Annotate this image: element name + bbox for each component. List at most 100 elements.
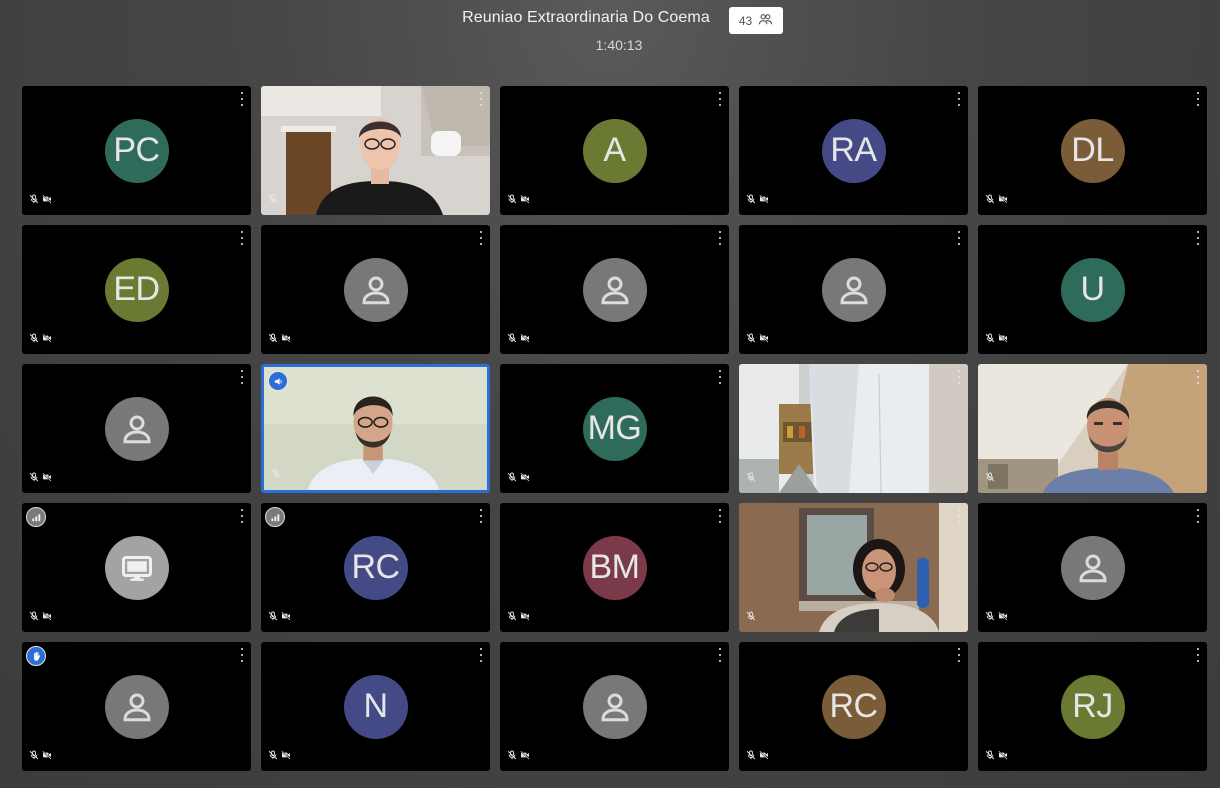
- participant-tile[interactable]: [22, 364, 251, 493]
- participant-tile[interactable]: [978, 364, 1207, 493]
- more-options-icon[interactable]: [1193, 648, 1203, 662]
- participant-tile[interactable]: MG: [500, 364, 729, 493]
- participant-tile[interactable]: DL: [978, 86, 1207, 215]
- person-icon: [104, 396, 169, 461]
- participant-tile[interactable]: [739, 503, 968, 632]
- more-options-icon[interactable]: [473, 373, 483, 387]
- participant-tile[interactable]: [500, 642, 729, 771]
- participant-status: [507, 608, 530, 626]
- participant-tile[interactable]: [261, 86, 490, 215]
- participant-status: [268, 330, 291, 348]
- more-options-icon[interactable]: [715, 370, 725, 384]
- more-options-icon[interactable]: [237, 648, 247, 662]
- participant-tile[interactable]: [22, 642, 251, 771]
- more-options-icon[interactable]: [476, 92, 486, 106]
- signal-icon: [26, 507, 46, 527]
- more-options-icon[interactable]: [954, 370, 964, 384]
- more-options-icon[interactable]: [715, 509, 725, 523]
- more-options-icon[interactable]: [1193, 370, 1203, 384]
- participant-avatar: RC: [821, 674, 886, 739]
- screen-share-icon: [104, 535, 169, 600]
- participant-status: [507, 191, 530, 209]
- participant-status: [29, 330, 52, 348]
- participant-status: [29, 469, 52, 487]
- camera-off-icon: [281, 747, 291, 765]
- more-options-icon[interactable]: [237, 509, 247, 523]
- participant-tile[interactable]: A: [500, 86, 729, 215]
- more-options-icon[interactable]: [237, 370, 247, 384]
- participant-tile[interactable]: [739, 364, 968, 493]
- participant-status: [271, 466, 281, 484]
- camera-off-icon: [759, 747, 769, 765]
- participant-status: [268, 191, 278, 209]
- mic-off-icon: [985, 608, 995, 626]
- camera-off-icon: [42, 330, 52, 348]
- person-icon: [582, 257, 647, 322]
- mic-off-icon: [746, 330, 756, 348]
- participant-status: [746, 469, 756, 487]
- mic-off-icon: [985, 191, 995, 209]
- participant-tile[interactable]: PC: [22, 86, 251, 215]
- participant-status: [746, 191, 769, 209]
- participant-tile[interactable]: [978, 503, 1207, 632]
- participant-tile[interactable]: U: [978, 225, 1207, 354]
- participant-tile[interactable]: RJ: [978, 642, 1207, 771]
- more-options-icon[interactable]: [715, 648, 725, 662]
- more-options-icon[interactable]: [954, 231, 964, 245]
- mic-off-icon: [507, 747, 517, 765]
- participant-tile[interactable]: [261, 225, 490, 354]
- mic-off-icon: [507, 469, 517, 487]
- participant-status: [746, 608, 756, 626]
- more-options-icon[interactable]: [1193, 509, 1203, 523]
- more-options-icon[interactable]: [476, 231, 486, 245]
- participant-status: [985, 330, 1008, 348]
- participant-avatar: BM: [582, 535, 647, 600]
- more-options-icon[interactable]: [476, 648, 486, 662]
- mic-off-icon: [268, 191, 278, 209]
- more-options-icon[interactable]: [1193, 92, 1203, 106]
- participant-status: [985, 747, 1008, 765]
- participant-tile[interactable]: RC: [739, 642, 968, 771]
- more-options-icon[interactable]: [954, 509, 964, 523]
- camera-off-icon: [998, 608, 1008, 626]
- participant-tile[interactable]: ED: [22, 225, 251, 354]
- camera-off-icon: [42, 469, 52, 487]
- camera-off-icon: [281, 330, 291, 348]
- participant-tile[interactable]: [739, 225, 968, 354]
- participant-status: [985, 469, 995, 487]
- more-options-icon[interactable]: [237, 92, 247, 106]
- camera-off-icon: [998, 191, 1008, 209]
- camera-off-icon: [520, 191, 530, 209]
- more-options-icon[interactable]: [954, 92, 964, 106]
- mic-off-icon: [268, 330, 278, 348]
- speaker-icon: [268, 371, 288, 391]
- participant-status: [746, 747, 769, 765]
- participant-tile[interactable]: RA: [739, 86, 968, 215]
- more-options-icon[interactable]: [715, 231, 725, 245]
- camera-off-icon: [520, 330, 530, 348]
- mic-off-icon: [985, 469, 995, 487]
- participant-tile[interactable]: [261, 364, 490, 493]
- participant-tile[interactable]: BM: [500, 503, 729, 632]
- participant-status: [507, 469, 530, 487]
- camera-off-icon: [759, 191, 769, 209]
- participant-avatar: N: [343, 674, 408, 739]
- participant-tile[interactable]: [22, 503, 251, 632]
- camera-off-icon: [759, 330, 769, 348]
- participant-tile[interactable]: [500, 225, 729, 354]
- participant-tile[interactable]: RC: [261, 503, 490, 632]
- raised-hand-icon: [26, 646, 46, 666]
- more-options-icon[interactable]: [1193, 231, 1203, 245]
- participant-status: [29, 747, 52, 765]
- participant-avatar: PC: [104, 118, 169, 183]
- participant-status: [268, 747, 291, 765]
- participant-tile[interactable]: N: [261, 642, 490, 771]
- participant-avatar: RC: [343, 535, 408, 600]
- more-options-icon[interactable]: [715, 92, 725, 106]
- camera-off-icon: [42, 747, 52, 765]
- more-options-icon[interactable]: [476, 509, 486, 523]
- more-options-icon[interactable]: [237, 231, 247, 245]
- participant-status: [29, 191, 52, 209]
- person-icon: [582, 674, 647, 739]
- more-options-icon[interactable]: [954, 648, 964, 662]
